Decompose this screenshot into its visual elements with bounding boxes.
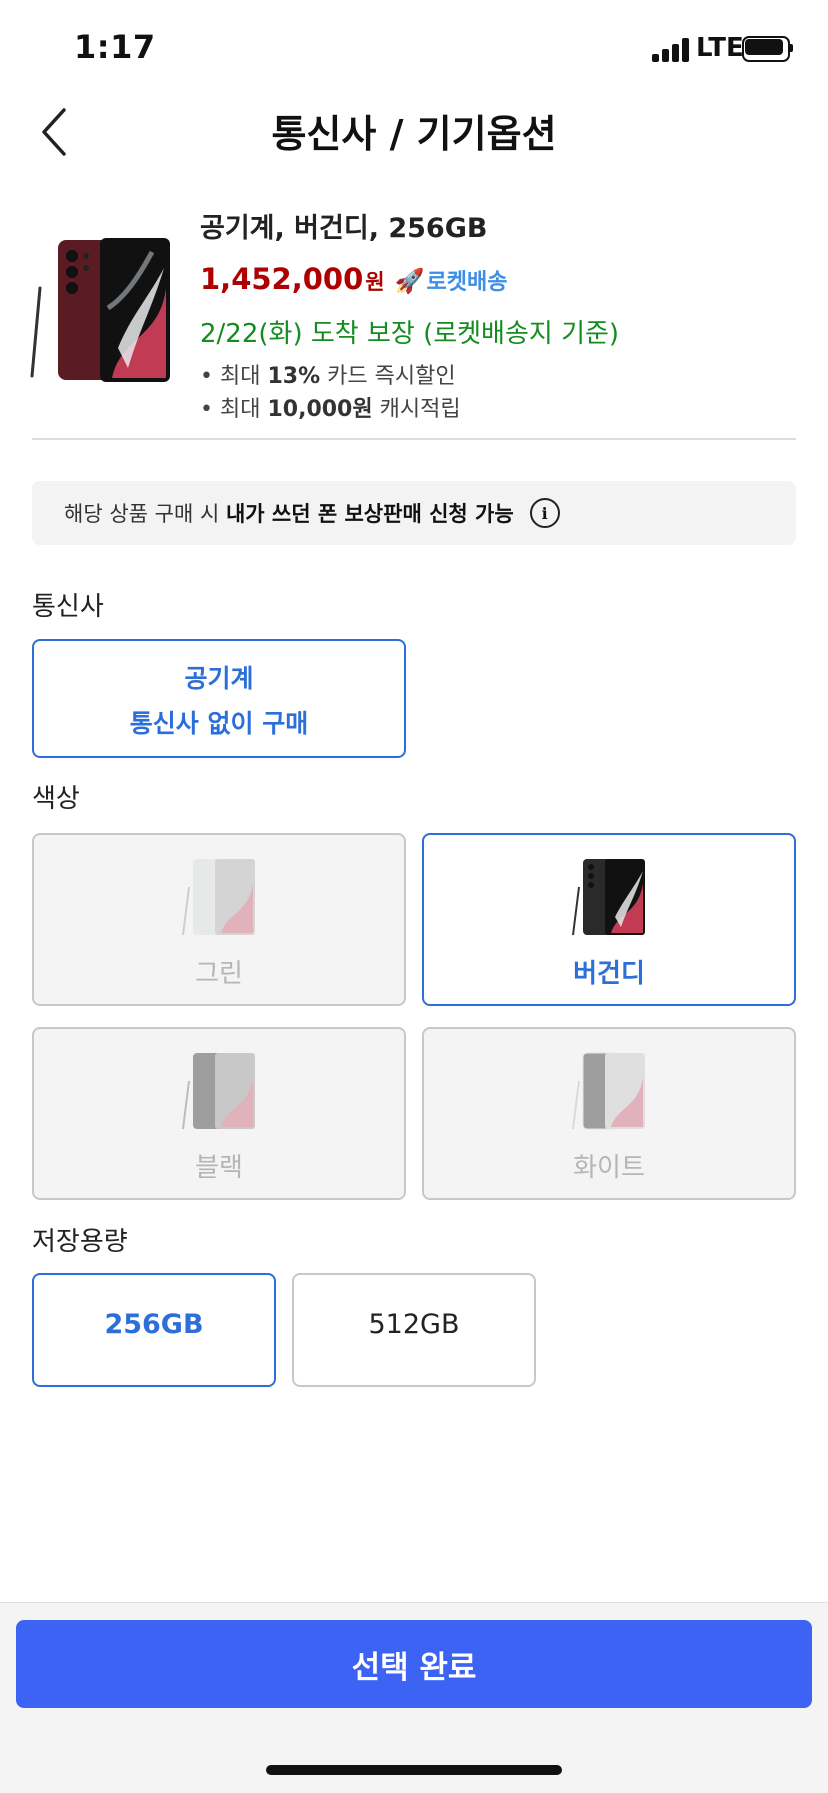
storage-option-label: 512GB — [368, 1309, 460, 1340]
info-icon[interactable]: i — [529, 498, 560, 528]
status-time: 1:17 — [74, 28, 156, 66]
rocket-icon: 🚀 — [394, 267, 425, 295]
color-option-label: 화이트 — [573, 1153, 645, 1183]
phone-image — [572, 1052, 645, 1130]
confirm-selection-button[interactable]: 선택 완료 — [16, 1620, 812, 1708]
product-name: 공기계, 버건디, 256GB — [200, 213, 488, 244]
product-image — [20, 228, 176, 388]
price-row: 1,452,000 원 🚀 로켓배송 — [200, 262, 507, 296]
delivery-guarantee: 2/22(화) 도착 보장 (로켓배송지 기준) — [200, 319, 620, 349]
price: 1,452,000 — [200, 262, 364, 296]
trade-in-notice-text: 해당 상품 구매 시 내가 쓰던 폰 보상판매 신청 가능 — [64, 498, 514, 528]
carrier-option-subtitle: 통신사 없이 구매 — [129, 709, 309, 738]
color-option-burgundy[interactable]: 버건디 — [422, 833, 796, 1006]
storage-section-label: 저장용량 — [32, 1227, 128, 1257]
divider — [32, 438, 796, 440]
benefit-suffix: 카드 즉시할인 — [320, 364, 456, 389]
color-option-black[interactable]: 블랙 — [32, 1027, 406, 1200]
phone-image — [572, 859, 645, 936]
trade-in-notice[interactable]: 해당 상품 구매 시 내가 쓰던 폰 보상판매 신청 가능 i — [32, 481, 796, 545]
carrier-option-unlocked[interactable]: 공기계 통신사 없이 구매 — [32, 639, 406, 758]
storage-option-label: 256GB — [104, 1309, 204, 1340]
benefit-value: 13% — [267, 364, 321, 389]
battery-icon — [742, 36, 793, 62]
phone-image — [182, 859, 255, 936]
benefit-suffix: 캐시적립 — [372, 397, 461, 422]
benefit-card-discount: • 최대 13% 카드 즉시할인 — [200, 364, 456, 389]
rocket-delivery-badge: 로켓배송 — [426, 270, 508, 295]
page-title: 통신사 / 기기옵션 — [271, 112, 557, 156]
color-option-white[interactable]: 화이트 — [422, 1027, 796, 1200]
network-type: LTE — [696, 33, 744, 63]
carrier-option-title: 공기계 — [184, 664, 254, 693]
color-option-label: 그린 — [195, 959, 243, 989]
notice-plain: 해당 상품 구매 시 — [64, 502, 226, 526]
phone-image — [182, 1053, 255, 1130]
benefit-prefix: 최대 — [219, 397, 268, 422]
notice-strong: 내가 쓰던 폰 보상판매 신청 가능 — [225, 502, 514, 526]
benefit-prefix: 최대 — [219, 364, 268, 389]
color-option-green[interactable]: 그린 — [32, 833, 406, 1006]
storage-option-512gb[interactable]: 512GB — [292, 1273, 536, 1387]
benefit-cash-reward: • 최대 10,000원 캐시적립 — [200, 397, 461, 422]
signal-icon — [652, 38, 690, 62]
home-indicator[interactable] — [266, 1765, 562, 1775]
color-option-label: 버건디 — [573, 959, 645, 989]
storage-option-256gb[interactable]: 256GB — [32, 1273, 276, 1387]
carrier-section-label: 통신사 — [32, 592, 104, 622]
color-option-label: 블랙 — [195, 1153, 243, 1183]
benefit-value: 10,000원 — [267, 397, 373, 422]
price-currency: 원 — [365, 270, 385, 294]
color-section-label: 색상 — [32, 784, 80, 814]
